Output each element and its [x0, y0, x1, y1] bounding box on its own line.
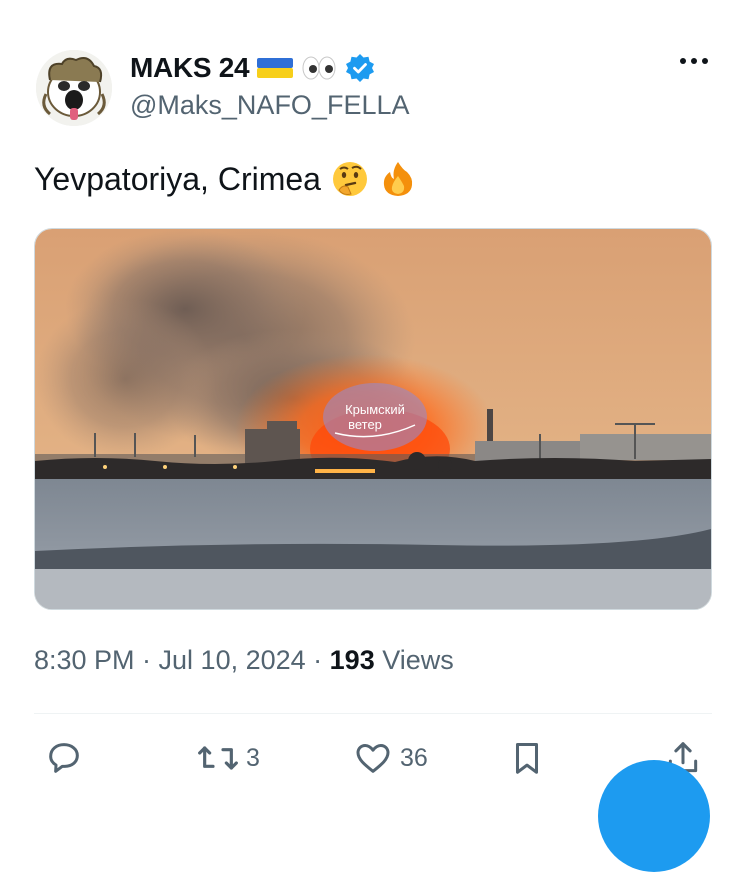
- bookmark-icon: [515, 743, 539, 774]
- compose-button[interactable]: [598, 760, 710, 872]
- like-icon: [356, 744, 390, 773]
- author-handle[interactable]: @Maks_NAFO_FELLA: [130, 90, 410, 121]
- reply-icon: [49, 743, 79, 773]
- media-photo-fire: Крымский ветер: [35, 229, 711, 609]
- watermark-line1: Крымский: [345, 402, 405, 417]
- divider: [34, 713, 712, 714]
- fire-icon: [383, 162, 413, 196]
- views-label: Views: [374, 645, 454, 675]
- tweet-media[interactable]: Крымский ветер: [34, 228, 712, 610]
- reply-button[interactable]: [44, 738, 90, 778]
- watermark-line2: ветер: [348, 417, 382, 432]
- author-name-row: MAKS 24: [130, 50, 375, 86]
- retweet-button[interactable]: 3: [196, 738, 260, 778]
- thinking-face-icon: [332, 162, 367, 196]
- tweet-meta: 8:30 PM · Jul 10, 2024 · 193 Views: [34, 645, 454, 676]
- like-count: 36: [400, 743, 428, 772]
- verified-icon[interactable]: [345, 53, 375, 83]
- eyes-icon: [302, 56, 336, 80]
- display-name[interactable]: MAKS 24: [130, 52, 250, 84]
- like-button[interactable]: 36: [352, 738, 428, 778]
- retweet-count: 3: [246, 743, 260, 772]
- bookmark-button[interactable]: [508, 738, 546, 778]
- retweet-icon: [198, 746, 238, 770]
- avatar[interactable]: [36, 50, 112, 126]
- tweet-text-row: Yevpatoriya, Crimea: [34, 160, 417, 198]
- tweet-text: Yevpatoriya, Crimea: [34, 160, 321, 197]
- tweet-timestamp[interactable]: 8:30 PM · Jul 10, 2024 ·: [34, 645, 330, 675]
- more-icon[interactable]: [680, 58, 708, 64]
- views-count: 193: [329, 645, 375, 675]
- avatar-image: [36, 50, 112, 126]
- ukraine-flag-icon: [257, 58, 294, 78]
